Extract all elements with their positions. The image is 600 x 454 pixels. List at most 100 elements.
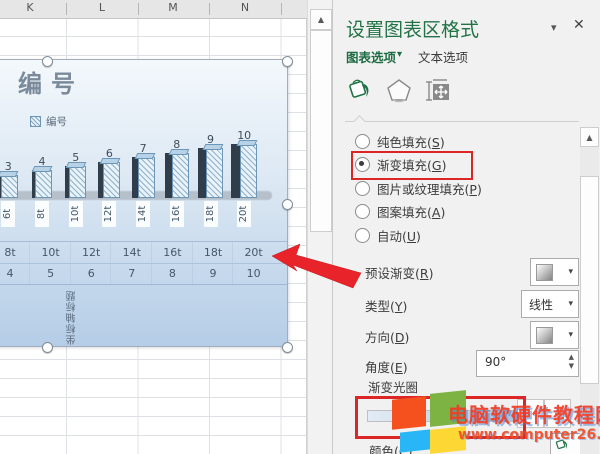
tab-text-options[interactable]: 文本选项	[418, 47, 468, 66]
scroll-up-button[interactable]: ▲	[310, 9, 332, 30]
chart-object[interactable]: 编号 编号 36t48t510t612t714t816t918t1020t 8t…	[0, 59, 288, 347]
legend-label: 编号	[46, 114, 67, 129]
add-stop-icon	[526, 408, 535, 419]
radio-button[interactable]	[355, 228, 370, 243]
bar-value-label: 5	[72, 151, 79, 164]
bar-value-label: 3	[5, 160, 12, 173]
remove-stop-icon	[553, 408, 562, 419]
axis-label-chip: 14t	[136, 201, 150, 227]
table-value-cell: 6	[70, 263, 112, 284]
sheet-vertical-scrollbar[interactable]: ▲	[307, 0, 332, 454]
dropdown-arrow-icon: ▾	[568, 330, 573, 340]
chart-bar[interactable]	[231, 144, 257, 198]
fill-option-label: 图案填充(A)	[377, 202, 445, 221]
dropdown-arrow-icon: ▾	[568, 267, 573, 277]
bar-value-label: 8	[173, 138, 180, 151]
fill-option-row[interactable]: 纯色填充(S)	[355, 131, 445, 151]
chart-legend[interactable]: 编号	[30, 114, 67, 129]
type-dropdown[interactable]: 线性 ▾	[521, 290, 579, 318]
pane-close-icon[interactable]: ✕	[573, 17, 585, 33]
bar-value-label: 7	[140, 142, 147, 155]
table-value-cell: 9	[192, 263, 234, 284]
table-category-cell: 10t	[29, 242, 71, 263]
axis-label-chip: 12t	[102, 201, 116, 227]
column-header-label[interactable]: K	[26, 1, 33, 14]
table-category-cell: 12t	[70, 242, 112, 263]
remove-gradient-stop-button[interactable]	[544, 399, 571, 428]
axis-label-chip: 18t	[204, 201, 218, 227]
selection-handle[interactable]	[282, 199, 293, 210]
table-category-cell: 8t	[0, 242, 31, 263]
chart-bar[interactable]	[132, 157, 155, 198]
chart-bar[interactable]	[0, 175, 18, 198]
column-divider	[138, 3, 139, 15]
bar-value-label: 9	[207, 133, 214, 146]
axis-label-chip: 10t	[69, 201, 83, 227]
bar-front-face	[172, 153, 189, 198]
selection-handle[interactable]	[42, 342, 53, 353]
chart-bar[interactable]	[98, 162, 120, 198]
legend-swatch-icon	[30, 116, 41, 127]
dropdown-arrow-icon: ▾	[568, 299, 573, 309]
chart-data-table[interactable]: 8t410t512t614t716t818t920t10	[0, 241, 287, 285]
table-category-cell: 20t	[232, 242, 274, 263]
selection-handle[interactable]	[282, 342, 293, 353]
selection-handle[interactable]	[282, 56, 293, 67]
radio-button[interactable]	[355, 181, 370, 196]
fill-option-row[interactable]: 图片或纹理填充(P)	[355, 178, 482, 198]
spinner-arrows-icon[interactable]: ▲▼	[569, 353, 574, 371]
tab-chart-options[interactable]: 图表选项	[346, 47, 396, 66]
direction-dropdown[interactable]: ▾	[530, 321, 579, 349]
axis-label-chip: 6t	[1, 201, 15, 227]
angle-spinner[interactable]: 90° ▲▼	[476, 350, 579, 377]
chart-bar[interactable]	[32, 170, 52, 198]
annotation-box-gradient-stops	[355, 396, 526, 439]
bar-front-face	[35, 170, 52, 198]
axis-label-chip: 16t	[170, 201, 184, 227]
bar-front-face	[1, 175, 18, 198]
pane-collapse-icon[interactable]: ▾	[551, 21, 557, 34]
column-header-label[interactable]: N	[241, 1, 249, 14]
bar-front-face	[138, 157, 155, 198]
bar-value-label: 4	[39, 155, 46, 168]
axis-title[interactable]: 坐标轴标题	[66, 287, 94, 345]
size-properties-icon[interactable]	[423, 76, 451, 104]
fill-option-row[interactable]: 自动(U)	[355, 225, 421, 245]
preset-gradient-dropdown[interactable]: ▾	[530, 258, 579, 286]
bar-front-face	[103, 162, 120, 198]
column-header-label[interactable]: M	[168, 1, 178, 14]
fill-option-label: 自动(U)	[377, 226, 421, 245]
excel-window: KLMN 编号 编号 36t48t510t612t714t816t918t102…	[0, 0, 600, 454]
table-category-cell: 14t	[110, 242, 152, 263]
column-headers[interactable]: K L M N	[0, 0, 308, 19]
chart-bar[interactable]	[165, 153, 189, 198]
effects-pentagon-icon[interactable]	[385, 76, 413, 104]
gradient-stops-label: 渐变光圈	[368, 377, 418, 396]
pane-scroll-thumb[interactable]	[580, 176, 599, 384]
fill-line-icon[interactable]	[346, 76, 374, 104]
bar-side-face	[198, 148, 206, 198]
column-header-label[interactable]: L	[99, 1, 105, 14]
bar-front-face	[69, 166, 86, 198]
annotation-box-gradient-fill	[351, 151, 473, 180]
pane-scrollbar[interactable]: ▲	[580, 127, 599, 454]
chart-options-caret-icon[interactable]: ▾	[397, 49, 402, 60]
pane-scroll-up-button[interactable]: ▲	[580, 127, 599, 147]
format-chart-area-pane: 设置图表区格式 ▾ ✕ 图表选项 ▾ 文本选项	[332, 0, 600, 454]
fill-option-row[interactable]: 图案填充(A)	[355, 202, 445, 222]
type-value: 线性	[529, 296, 553, 313]
fill-option-label: 纯色填充(S)	[377, 132, 445, 151]
angle-label: 角度(E)	[365, 357, 408, 376]
type-label: 类型(Y)	[365, 296, 407, 315]
table-value-cell: 8	[151, 263, 193, 284]
chart-bar[interactable]	[198, 148, 223, 198]
table-value-cell: 5	[29, 263, 71, 284]
scroll-thumb[interactable]	[310, 30, 332, 232]
radio-button[interactable]	[355, 204, 370, 219]
active-category-caret	[353, 115, 366, 128]
section-divider	[345, 121, 579, 122]
radio-button[interactable]	[355, 134, 370, 149]
table-category-cell: 16t	[151, 242, 193, 263]
chart-bar[interactable]	[65, 166, 86, 198]
selection-handle[interactable]	[42, 56, 53, 67]
